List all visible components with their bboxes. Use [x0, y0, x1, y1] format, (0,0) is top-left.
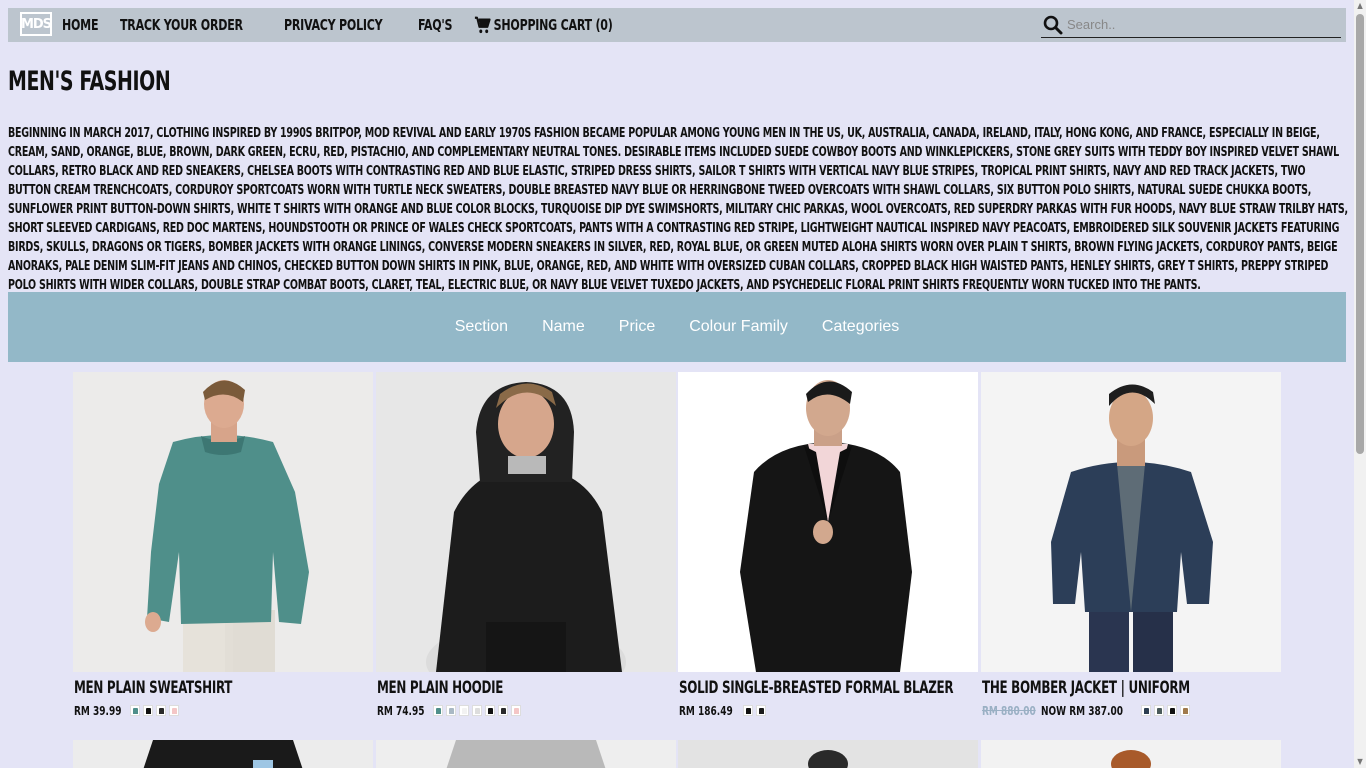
color-swatch[interactable]	[1153, 705, 1164, 716]
color-swatch[interactable]	[130, 705, 141, 716]
page-title: MEN'S FASHION	[8, 66, 171, 97]
nav-faq-link[interactable]: FAQ'S	[418, 16, 452, 34]
page: MDS HOME TRACK YOUR ORDER PRIVACY POLICY…	[0, 0, 1354, 768]
product-price: NOW RM 387.00	[1041, 703, 1124, 718]
filter-price[interactable]: Price	[619, 318, 655, 336]
color-swatch[interactable]	[498, 705, 509, 716]
color-swatch[interactable]	[485, 705, 496, 716]
color-swatch[interactable]	[472, 705, 483, 716]
product-image[interactable]	[376, 740, 676, 768]
color-swatch[interactable]	[169, 705, 180, 716]
product-price: RM 39.99	[74, 703, 122, 718]
nav-home-link[interactable]: HOME	[62, 16, 99, 34]
color-swatch[interactable]	[1140, 705, 1151, 716]
filter-bar: Section Name Price Colour Family Categor…	[8, 292, 1346, 362]
search-input[interactable]	[1067, 17, 1327, 32]
product-image[interactable]	[73, 740, 373, 768]
product-image[interactable]	[376, 372, 676, 672]
product-price-line: RM 39.99	[74, 703, 180, 718]
product-card[interactable]: Solid Single-Breasted Formal Blazer RM 1…	[678, 372, 978, 718]
product-name[interactable]: The Bomber Jacket | UNIFORM	[982, 678, 1190, 698]
color-swatch[interactable]	[459, 705, 470, 716]
color-swatch[interactable]	[743, 705, 754, 716]
product-image[interactable]	[981, 372, 1281, 672]
color-swatch[interactable]	[1166, 705, 1177, 716]
product-card[interactable]: Men Plain Sweatshirt RM 39.99	[73, 372, 373, 718]
product-image[interactable]	[678, 372, 978, 672]
product-price-line: RM 880.00 NOW RM 387.00	[982, 703, 1190, 718]
site-logo[interactable]: MDS	[20, 12, 52, 36]
nav-shopping-cart-link[interactable]: SHOPPING CART (0)	[474, 16, 613, 34]
product-old-price: RM 880.00	[982, 703, 1036, 718]
product-image[interactable]	[678, 740, 978, 768]
nav-privacy-policy-link[interactable]: PRIVACY POLICY	[284, 16, 383, 34]
search-bar	[1041, 12, 1341, 38]
filter-name[interactable]: Name	[542, 318, 585, 336]
page-scrollbar[interactable]: ▲ ▼	[1354, 0, 1366, 768]
product-image[interactable]	[981, 740, 1281, 768]
color-swatch[interactable]	[446, 705, 457, 716]
color-swatch[interactable]	[756, 705, 767, 716]
product-name[interactable]: Men Plain Sweatshirt	[74, 678, 232, 698]
scroll-up-arrow-icon[interactable]: ▲	[1356, 2, 1364, 10]
color-swatch[interactable]	[1179, 705, 1190, 716]
cart-label: SHOPPING CART (0)	[493, 16, 613, 34]
nav-links: HOME TRACK YOUR ORDER PRIVACY POLICY FAQ…	[62, 8, 643, 42]
filter-section[interactable]: Section	[455, 318, 508, 336]
shopping-cart-icon	[474, 16, 491, 34]
filter-categories[interactable]: Categories	[822, 318, 899, 336]
product-price: RM 186.49	[679, 703, 733, 718]
search-icon[interactable]	[1043, 15, 1063, 35]
color-swatch[interactable]	[156, 705, 167, 716]
product-card[interactable]: The Bomber Jacket | UNIFORM RM 880.00 NO…	[981, 372, 1281, 718]
scroll-down-arrow-icon[interactable]: ▼	[1356, 758, 1364, 766]
color-swatch[interactable]	[143, 705, 154, 716]
top-nav: MDS HOME TRACK YOUR ORDER PRIVACY POLICY…	[8, 8, 1346, 42]
product-card[interactable]: Men Plain Hoodie RM 74.95	[376, 372, 676, 718]
color-swatch[interactable]	[511, 705, 522, 716]
nav-track-order-link[interactable]: TRACK YOUR ORDER	[120, 16, 243, 34]
product-price-line: RM 74.95	[377, 703, 522, 718]
product-name[interactable]: Men Plain Hoodie	[377, 678, 503, 698]
product-image[interactable]	[73, 372, 373, 672]
filter-colour-family[interactable]: Colour Family	[689, 318, 788, 336]
product-name[interactable]: Solid Single-Breasted Formal Blazer	[679, 678, 954, 698]
product-price: RM 74.95	[377, 703, 425, 718]
scrollbar-thumb[interactable]	[1356, 14, 1364, 454]
product-price-line: RM 186.49	[679, 703, 767, 718]
intro-paragraph: Beginning in March 2017, clothing inspir…	[8, 126, 1348, 293]
color-swatch[interactable]	[433, 705, 444, 716]
